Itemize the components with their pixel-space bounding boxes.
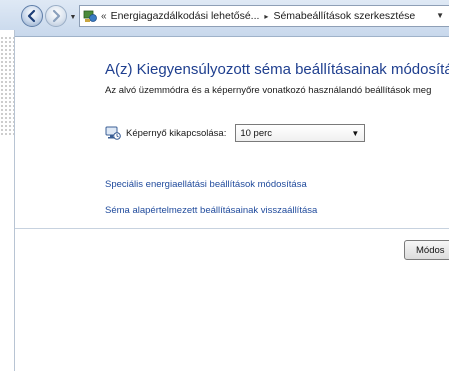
breadcrumb-item-edit-plan-settings[interactable]: Sémabeállítások szerkesztése	[273, 10, 415, 22]
display-off-value: 10 perc	[240, 127, 273, 139]
forward-button[interactable]	[45, 5, 67, 27]
address-dropdown-button[interactable]: ▼	[436, 11, 444, 20]
breadcrumb-separator-icon[interactable]: ▸	[264, 12, 268, 21]
monitor-power-icon	[105, 125, 121, 141]
back-arrow-icon	[27, 9, 36, 23]
chevron-down-icon: ▼	[436, 11, 444, 20]
restore-defaults-link[interactable]: Séma alapértelmezett beállításainak viss…	[105, 205, 317, 216]
chevron-down-icon: ▼	[351, 128, 360, 138]
recent-pages-dropdown[interactable]: ▼	[69, 13, 77, 21]
chevron-down-icon: ▼	[69, 13, 77, 21]
divider	[15, 228, 449, 229]
control-panel-icon	[83, 9, 97, 23]
address-bar[interactable]: « Energiagazdálkodási lehetősé... ▸ Séma…	[79, 5, 449, 27]
main-content: A(z) Kiegyensúlyozott séma beállításaina…	[15, 37, 449, 371]
page-subtitle: Az alvó üzemmódra és a képernyőre vonatk…	[105, 85, 432, 96]
save-changes-button[interactable]: Módos	[404, 240, 449, 260]
display-off-setting: Képernyő kikapcsolása: 10 perc ▼	[105, 124, 366, 142]
save-changes-label: Módos	[416, 244, 445, 256]
page-title: A(z) Kiegyensúlyozott séma beállításaina…	[105, 61, 449, 78]
display-off-select[interactable]: 10 perc ▼	[235, 124, 366, 142]
advanced-power-settings-link[interactable]: Speciális energiaellátási beállítások mó…	[105, 179, 307, 190]
control-panel-window: ▼ « Energiagazdálkodási lehetősé... ▸ Sé…	[0, 0, 449, 371]
forward-arrow-icon	[52, 9, 61, 23]
back-button[interactable]	[21, 5, 43, 27]
display-off-label: Képernyő kikapcsolása:	[126, 127, 227, 139]
left-pane-grip	[0, 36, 14, 136]
navigation-bar: ▼ « Energiagazdálkodási lehetősé... ▸ Sé…	[0, 0, 449, 37]
breadcrumb-item-power-options[interactable]: Energiagazdálkodási lehetősé...	[111, 10, 260, 22]
breadcrumb-overflow-button[interactable]: «	[101, 11, 107, 22]
